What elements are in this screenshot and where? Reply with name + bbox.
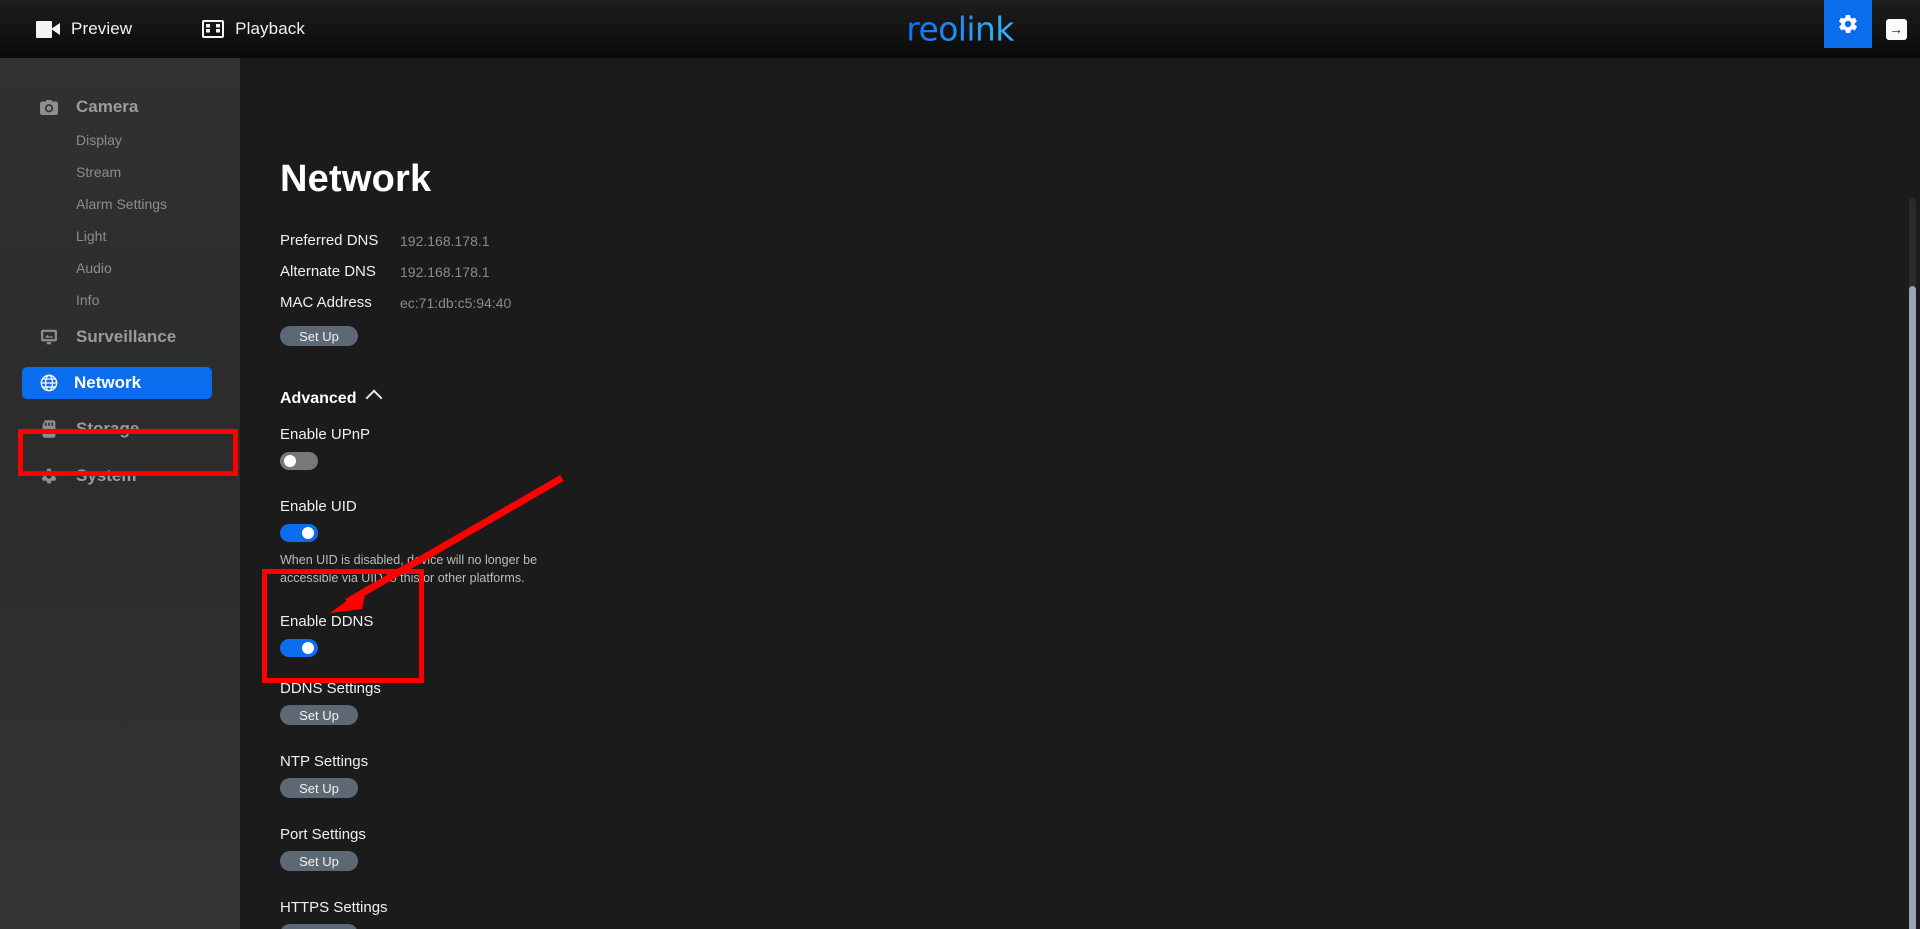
- sdcard-icon: [38, 419, 60, 439]
- sidebar-item-camera-label: Camera: [76, 97, 139, 116]
- section-port-settings: Port Settings Set Up: [280, 826, 1920, 872]
- preferred-dns-label: Preferred DNS: [280, 232, 379, 249]
- nav-playback-label: Playback: [235, 19, 305, 38]
- sidebar-item-storage-label: Storage: [76, 419, 140, 438]
- sidebar-item-storage[interactable]: Storage: [0, 412, 240, 446]
- mac-address-value: ec:71:db:c5:94:40: [400, 294, 512, 311]
- toggle-knob: [284, 455, 296, 467]
- https-setup-button[interactable]: Set Up: [280, 924, 358, 929]
- sidebar-item-system[interactable]: System: [0, 459, 240, 493]
- section-ntp-settings: NTP Settings Set Up: [280, 753, 1920, 799]
- enable-ddns-toggle[interactable]: [280, 639, 318, 658]
- sidebar-item-stream[interactable]: Stream: [0, 156, 240, 188]
- settings-button[interactable]: [1824, 0, 1872, 48]
- chevron-up-icon: [365, 389, 383, 406]
- network-settings-content: Network Preferred DNS 192.168.178.1 Alte…: [240, 58, 1920, 929]
- sidebar-item-system-label: System: [76, 466, 137, 485]
- camera-icon: [38, 97, 60, 117]
- ntp-settings-label: NTP Settings: [280, 753, 369, 771]
- info-row-preferred-dns: Preferred DNS 192.168.178.1: [280, 225, 1920, 256]
- enable-uid-toggle[interactable]: [280, 524, 318, 542]
- sidebar-item-audio[interactable]: Audio: [0, 252, 240, 284]
- scrollbar-thumb[interactable]: [1909, 286, 1916, 929]
- mac-address-label: MAC Address: [280, 294, 372, 311]
- reolink-logo: reolink: [906, 9, 1014, 49]
- field-enable-ddns: Enable DDNS: [280, 613, 1920, 658]
- field-enable-uid: Enable UID When UID is disabled, device …: [280, 498, 1920, 587]
- enable-upnp-toggle[interactable]: [280, 452, 318, 470]
- preferred-dns-value: 192.168.178.1: [400, 232, 490, 249]
- ntp-setup-button[interactable]: Set Up: [280, 778, 358, 799]
- section-https-settings: HTTPS Settings Set Up: [280, 899, 1920, 929]
- alternate-dns-value: 192.168.178.1: [400, 263, 490, 280]
- enable-ddns-label: Enable DDNS: [280, 613, 374, 631]
- sidebar-item-light[interactable]: Light: [0, 220, 240, 252]
- ddns-settings-label: DDNS Settings: [280, 680, 381, 698]
- page-title: Network: [280, 158, 432, 200]
- info-row-alternate-dns: Alternate DNS 192.168.178.1: [280, 256, 1920, 287]
- sidebar-item-camera[interactable]: Camera: [0, 90, 240, 124]
- alternate-dns-label: Alternate DNS: [280, 263, 376, 280]
- enable-upnp-label: Enable UPnP: [280, 426, 371, 443]
- enable-uid-hint: When UID is disabled, device will no lon…: [280, 553, 538, 586]
- nav-preview-label: Preview: [71, 19, 133, 38]
- sidebar-item-network[interactable]: Network: [22, 367, 212, 399]
- ddns-setup-button[interactable]: Set Up: [280, 705, 358, 726]
- sidebar: Camera Display Stream Alarm Settings Lig…: [0, 58, 240, 929]
- sidebar-item-alarm-settings[interactable]: Alarm Settings: [0, 188, 240, 220]
- toggle-knob: [302, 527, 314, 539]
- globe-icon: [38, 373, 60, 393]
- network-setup-button[interactable]: Set Up: [280, 326, 358, 346]
- field-enable-upnp: Enable UPnP: [280, 426, 1920, 470]
- logout-arrow-icon: →: [1885, 18, 1907, 40]
- advanced-title: Advanced: [280, 390, 357, 407]
- advanced-section-header[interactable]: Advanced: [280, 389, 1920, 408]
- monitor-icon: [38, 327, 60, 347]
- info-row-mac-address: MAC Address ec:71:db:c5:94:40: [280, 287, 1920, 318]
- top-bar: Preview Playback reolink →: [0, 0, 1920, 58]
- logout-button[interactable]: →: [1872, 0, 1920, 58]
- camera-video-icon: [36, 20, 60, 38]
- https-settings-label: HTTPS Settings: [280, 899, 388, 917]
- sidebar-item-network-label: Network: [74, 373, 142, 392]
- nav-playback[interactable]: Playback: [188, 0, 319, 58]
- gear-icon: [38, 466, 60, 486]
- toggle-knob: [302, 642, 314, 655]
- port-setup-button[interactable]: Set Up: [280, 851, 358, 872]
- sidebar-item-display[interactable]: Display: [0, 124, 240, 156]
- gear-icon: [1838, 15, 1858, 33]
- section-ddns-settings: DDNS Settings Set Up: [280, 680, 1920, 726]
- sidebar-item-surveillance[interactable]: Surveillance: [0, 320, 240, 354]
- sidebar-item-info[interactable]: Info: [0, 284, 240, 316]
- port-settings-label: Port Settings: [280, 826, 366, 844]
- film-strip-icon: [202, 20, 225, 38]
- enable-uid-label: Enable UID: [280, 498, 357, 515]
- main-panel: Network Preferred DNS 192.168.178.1 Alte…: [240, 58, 1920, 929]
- nav-preview[interactable]: Preview: [22, 0, 146, 58]
- sidebar-item-surveillance-label: Surveillance: [76, 327, 177, 346]
